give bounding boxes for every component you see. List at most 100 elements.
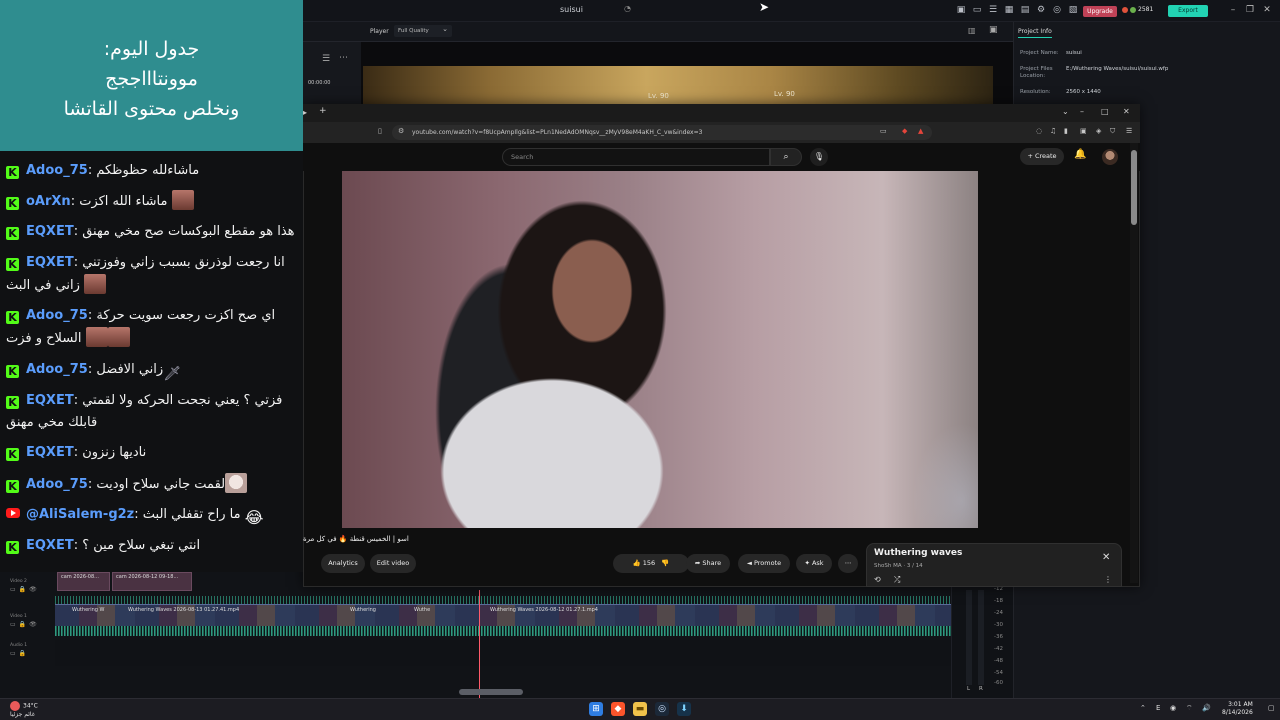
site-info-icon[interactable]: ⚙ <box>398 127 404 135</box>
analytics-button[interactable]: Analytics <box>321 554 365 573</box>
export-button[interactable]: Export <box>1168 5 1208 17</box>
extension-icon[interactable]: ◌ <box>1036 127 1042 135</box>
chevron-up-icon[interactable]: ⌃ <box>1140 704 1146 712</box>
wifi-icon[interactable]: ⌔ <box>1186 704 1193 713</box>
search-input[interactable]: Search <box>502 148 770 166</box>
chat-username[interactable]: EQXET <box>26 538 74 553</box>
tab-project-info[interactable]: Project Info <box>1018 28 1052 38</box>
track-controls[interactable]: ▭🔒 <box>10 650 45 657</box>
timecode: 00:00:00 <box>308 80 331 86</box>
avatar[interactable] <box>1102 149 1118 165</box>
edit-video-button[interactable]: Edit video <box>370 554 416 573</box>
chat-username[interactable]: oArXn <box>26 194 71 209</box>
new-tab-icon[interactable]: + <box>319 106 327 116</box>
microphone-icon[interactable]: 🎙 <box>810 148 828 166</box>
bookmark-icon[interactable]: ▯ <box>378 127 382 135</box>
address-bar[interactable]: youtube.com/watch?v=f8UcpAmpIlg&list=PLn… <box>392 125 932 140</box>
track-controls[interactable]: ▭🔒👁 <box>10 586 45 593</box>
restore-icon[interactable]: ❐ <box>1245 5 1255 15</box>
promote-button[interactable]: ◄ Promote <box>738 554 790 573</box>
loop-icon[interactable]: ⟲ <box>874 575 881 584</box>
kick-icon: K <box>6 541 19 554</box>
close-icon[interactable]: ✕ <box>1262 5 1272 15</box>
screenshot-icon[interactable]: ▣ <box>989 25 998 35</box>
vpn-icon[interactable]: ◈ <box>1096 127 1101 135</box>
track-controls[interactable]: ▭🔒👁 <box>10 621 45 628</box>
gift-icon[interactable]: ▣ <box>956 5 966 15</box>
timeline-scrollbar[interactable] <box>459 689 523 695</box>
chat-username[interactable]: EQXET <box>26 224 74 239</box>
brave-shield-icon[interactable]: ◆ <box>902 127 907 135</box>
maximize-icon[interactable]: □ <box>1101 107 1109 116</box>
playhead[interactable] <box>479 590 480 698</box>
sidebar-icon[interactable]: ▮ <box>1064 127 1068 135</box>
chat-username[interactable]: Adoo_75 <box>26 477 88 492</box>
chat-message: K Adoo_75: ماشاءلله حظوظكم <box>6 160 302 182</box>
chat-username[interactable]: EQXET <box>26 393 74 408</box>
more-icon[interactable]: ⋯ <box>339 53 348 63</box>
like-button[interactable]: 👍 156 👎 <box>613 554 689 573</box>
quality-select[interactable]: Full Quality <box>394 23 452 37</box>
clip[interactable]: cam 2026-08-12 09-18... <box>112 572 192 591</box>
support-icon[interactable]: ◎ <box>1052 5 1062 15</box>
chat-username[interactable]: Adoo_75 <box>26 163 88 178</box>
kick-icon: K <box>6 311 19 324</box>
minimize-icon[interactable]: – <box>1080 107 1084 116</box>
clip-label: Wuthe <box>414 607 431 613</box>
rewards-icon[interactable]: ▲ <box>918 127 923 135</box>
language-indicator[interactable]: E <box>1156 704 1160 712</box>
upgrade-button[interactable]: Upgrade <box>1083 6 1117 17</box>
clip[interactable]: cam 2026-08... <box>57 572 110 591</box>
cast-icon[interactable]: ▭ <box>880 127 887 135</box>
start-icon[interactable]: ⊞ <box>589 702 603 716</box>
menu-icon[interactable]: ☰ <box>1126 127 1132 135</box>
close-icon[interactable]: ✕ <box>1102 552 1110 563</box>
shuffle-icon[interactable]: ⤮ <box>894 575 900 585</box>
preview-level-label: Lv. 90 <box>774 90 795 98</box>
chat-username[interactable]: Adoo_75 <box>26 362 88 377</box>
credits-badge[interactable]: 2581 <box>1122 6 1153 13</box>
search-icon[interactable]: ⌕ <box>770 148 802 166</box>
chat-username[interactable]: EQXET <box>26 445 74 460</box>
chevron-down-icon[interactable]: ⌄ <box>1062 107 1069 116</box>
close-icon[interactable]: ✕ <box>1123 107 1130 116</box>
notes-icon[interactable]: ▧ <box>1068 5 1078 15</box>
layout-icon[interactable]: ▥ <box>968 26 976 35</box>
editor-app-icon[interactable]: ⬇ <box>677 702 691 716</box>
monitor-icon[interactable]: ▭ <box>972 5 982 15</box>
weather-widget[interactable]: 34°C غائم جزئيا <box>10 701 38 718</box>
grid-icon[interactable]: ▦ <box>1004 5 1014 15</box>
filter-icon[interactable]: ☰ <box>322 54 330 64</box>
shield-icon[interactable]: ⛉ <box>1110 127 1115 136</box>
list-icon[interactable]: ☰ <box>988 5 998 15</box>
minimize-icon[interactable]: – <box>1228 5 1238 15</box>
chat-username[interactable]: @AliSalem-g2z <box>26 507 134 522</box>
more-icon[interactable]: ⋮ <box>1104 575 1112 584</box>
chat-username[interactable]: Adoo_75 <box>26 308 88 323</box>
chat-text: انتي تبغي سلاح مين ؟ <box>82 538 201 553</box>
brave-browser-icon[interactable]: ◆ <box>611 702 625 716</box>
wallet-icon[interactable]: ▣ <box>1080 127 1087 135</box>
save-icon[interactable]: ▤ <box>1020 5 1030 15</box>
cloud-icon[interactable]: ◔ <box>624 4 631 13</box>
bell-icon[interactable]: 🔔 <box>1074 149 1086 160</box>
notification-icon[interactable]: ▢ <box>1268 704 1275 712</box>
more-icon[interactable]: ⋯ <box>838 554 858 573</box>
create-button[interactable]: + Create <box>1020 148 1064 165</box>
ask-button[interactable]: ✦ Ask <box>796 554 832 573</box>
file-explorer-icon[interactable]: ▬ <box>633 702 647 716</box>
video-player[interactable] <box>342 171 978 528</box>
playlist-title[interactable]: Wuthering waves <box>874 548 962 558</box>
video-1-clips[interactable]: Wuthering W Wuthering Waves 2026-08-13 0… <box>55 604 951 626</box>
audio-1-lane[interactable] <box>55 640 951 666</box>
share-button[interactable]: ➦ Share <box>686 554 730 573</box>
clock[interactable]: 3:01 AM 8/14/2026 <box>1222 701 1253 717</box>
volume-icon[interactable]: 🔊 <box>1202 704 1211 712</box>
scrollbar-thumb[interactable] <box>1131 150 1137 225</box>
chat-username[interactable]: EQXET <box>26 255 74 270</box>
steam-icon[interactable]: ◎ <box>655 702 669 716</box>
settings-icon[interactable]: ⚙ <box>1036 5 1046 15</box>
network-icon[interactable]: ◉ <box>1170 704 1176 712</box>
music-icon[interactable]: ♫ <box>1050 127 1056 135</box>
tab-close-icon[interactable]: ▸ <box>303 108 307 117</box>
